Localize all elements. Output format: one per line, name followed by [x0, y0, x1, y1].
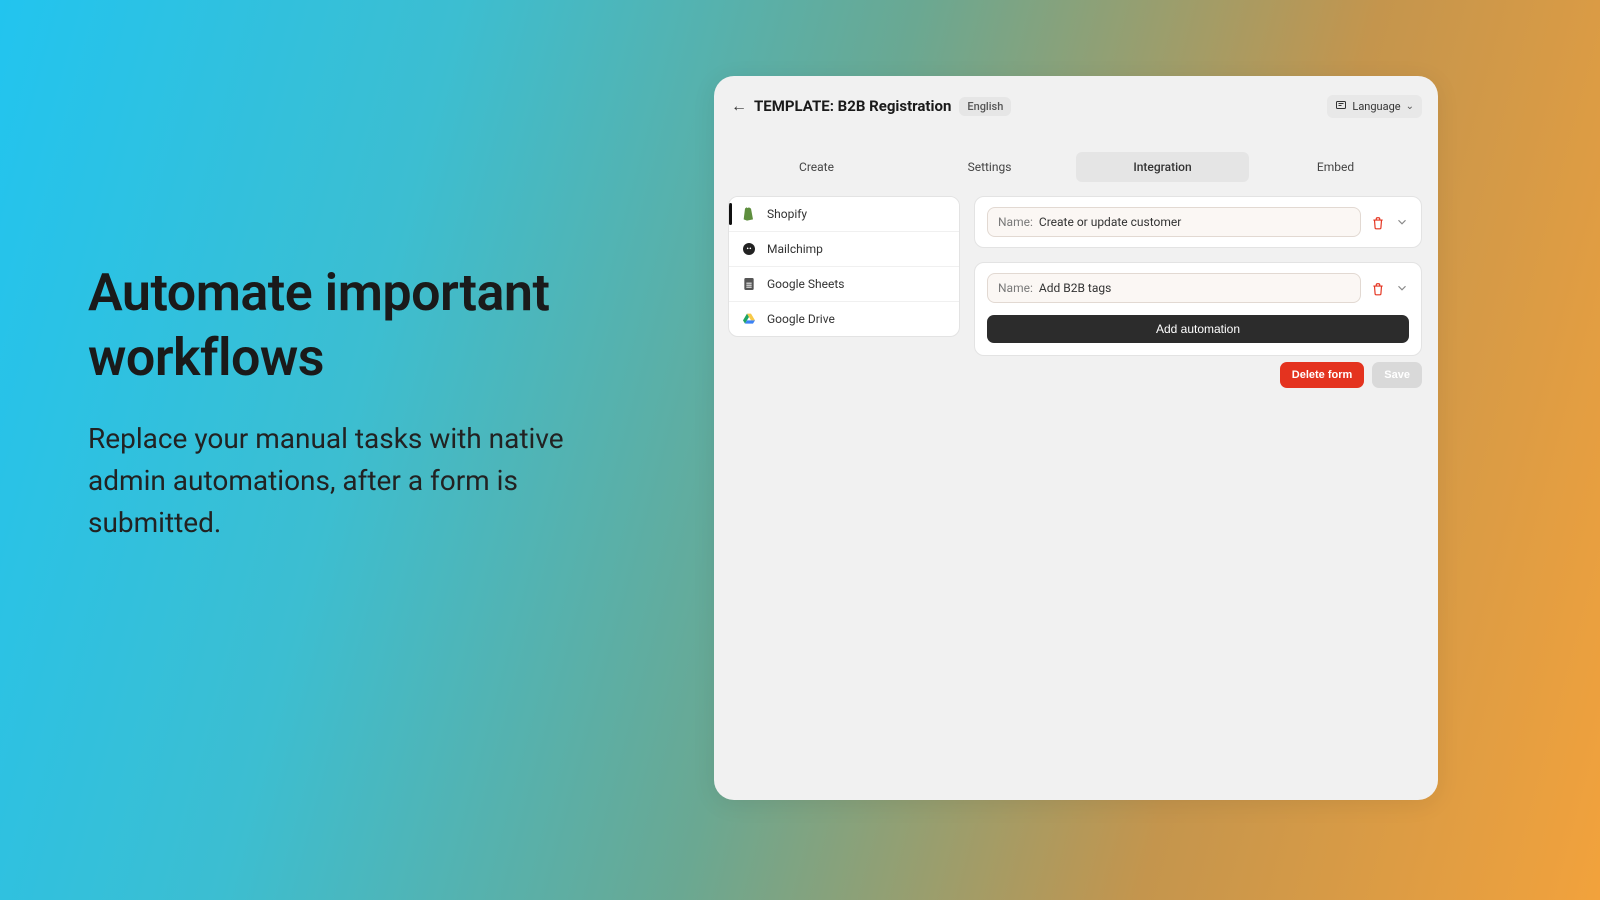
form-actions: Delete form Save [714, 356, 1438, 388]
page-title: TEMPLATE: B2B Registration [754, 97, 951, 115]
marketing-headline: Automate important workflows [88, 260, 628, 390]
chevron-down-icon[interactable] [1395, 281, 1409, 295]
automation-card-stack: Name: Add B2B tags Add automation [974, 262, 1422, 356]
add-automation-button[interactable]: Add automation [987, 315, 1409, 343]
sidebar-item-label: Mailchimp [767, 242, 823, 256]
tab-settings[interactable]: Settings [903, 152, 1076, 182]
tab-integration[interactable]: Integration [1076, 152, 1249, 182]
language-select[interactable]: Language ⌄ [1327, 95, 1422, 118]
sidebar-item-shopify[interactable]: Shopify [729, 197, 959, 232]
save-button[interactable]: Save [1372, 362, 1422, 388]
sidebar-item-label: Google Sheets [767, 277, 844, 291]
marketing-subcopy: Replace your manual tasks with native ad… [88, 418, 628, 544]
tab-create[interactable]: Create [730, 152, 903, 182]
integration-sidebar: Shopify Mailchimp Google Sheets [728, 196, 960, 337]
google-sheets-icon [741, 276, 757, 292]
panel-header: ← TEMPLATE: B2B Registration English Lan… [714, 76, 1438, 122]
trash-icon[interactable] [1371, 281, 1385, 295]
tab-embed[interactable]: Embed [1249, 152, 1422, 182]
back-arrow-icon[interactable]: ← [730, 96, 748, 116]
name-value: Add B2B tags [1039, 281, 1111, 295]
chevron-down-icon: ⌄ [1406, 101, 1414, 112]
delete-form-button[interactable]: Delete form [1280, 362, 1365, 388]
automation-name-field[interactable]: Name: Add B2B tags [987, 273, 1361, 303]
name-value: Create or update customer [1039, 215, 1181, 229]
mailchimp-icon [741, 241, 757, 257]
sidebar-item-label: Google Drive [767, 312, 835, 326]
page-background: Automate important workflows Replace you… [0, 0, 1600, 900]
chevron-down-icon[interactable] [1395, 215, 1409, 229]
marketing-copy: Automate important workflows Replace you… [88, 260, 628, 544]
automation-card: Name: Create or update customer [974, 196, 1422, 248]
language-label: Language [1352, 100, 1400, 113]
shopify-icon [741, 206, 757, 222]
trash-icon[interactable] [1371, 215, 1385, 229]
language-badge: English [959, 97, 1011, 116]
name-label: Name: [998, 281, 1033, 295]
tabs: Create Settings Integration Embed [730, 152, 1422, 182]
globe-icon [1335, 99, 1347, 114]
sidebar-item-label: Shopify [767, 207, 807, 221]
automations-column: Name: Create or update customer Name: [974, 196, 1422, 356]
google-drive-icon [741, 311, 757, 327]
content-row: Shopify Mailchimp Google Sheets [714, 182, 1438, 356]
automation-name-field[interactable]: Name: Create or update customer [987, 207, 1361, 237]
sidebar-item-google-drive[interactable]: Google Drive [729, 302, 959, 336]
sidebar-item-mailchimp[interactable]: Mailchimp [729, 232, 959, 267]
name-label: Name: [998, 215, 1033, 229]
app-panel: ← TEMPLATE: B2B Registration English Lan… [714, 76, 1438, 800]
sidebar-item-google-sheets[interactable]: Google Sheets [729, 267, 959, 302]
automation-card: Name: Add B2B tags [987, 273, 1409, 303]
